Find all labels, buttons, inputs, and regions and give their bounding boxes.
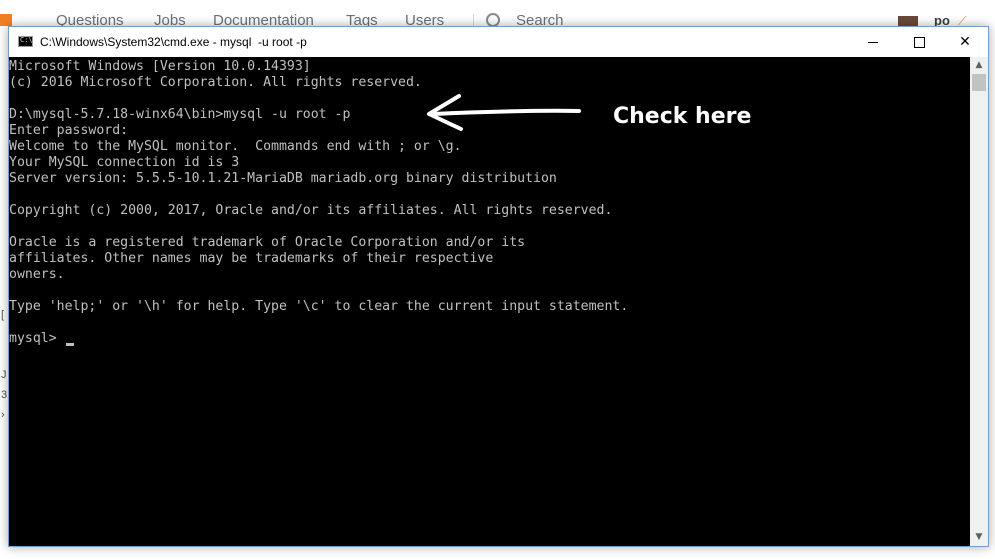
title-bar[interactable]: C:\ C:\Windows\System32\cmd.exe - mysql …: [9, 27, 988, 57]
scroll-thumb[interactable]: [972, 74, 986, 91]
nav-questions[interactable]: Questions: [56, 13, 124, 27]
close-icon: ✕: [959, 34, 971, 50]
console-line: Type 'help;' or '\h' for help. Type '\c'…: [9, 299, 629, 314]
chevron-down-icon: ▼: [975, 532, 983, 542]
background-nav: Questions Jobs Documentation Tags Users …: [0, 0, 995, 26]
search-icon[interactable]: [486, 13, 500, 26]
site-logo-icon[interactable]: [0, 14, 12, 26]
annotation-label: Check here: [613, 104, 752, 129]
window-title: C:\Windows\System32\cmd.exe - mysql -u r…: [40, 35, 307, 49]
annotation-arrow-icon: [427, 94, 581, 131]
console-line: Your MySQL connection id is 3: [9, 155, 240, 170]
cmd-icon-glyph: C:\: [20, 36, 33, 44]
nav-tags[interactable]: Tags: [346, 13, 378, 27]
nav-users[interactable]: Users: [405, 13, 444, 27]
bg-mark: [: [1, 309, 5, 321]
cmd-window[interactable]: C:\ C:\Windows\System32\cmd.exe - mysql …: [8, 26, 989, 547]
scroll-down-button[interactable]: ▼: [970, 529, 988, 546]
console-line: Welcome to the MySQL monitor. Commands e…: [9, 139, 462, 154]
achievements-icon[interactable]: ⟋: [958, 14, 966, 26]
console-line: Enter password:: [9, 123, 129, 138]
nav-divider: [473, 14, 474, 26]
console-line: (c) 2016 Microsoft Corporation. All righ…: [9, 75, 422, 90]
cmd-app-icon[interactable]: C:\: [18, 36, 33, 47]
console-line: Microsoft Windows [Version 10.0.14393]: [9, 59, 311, 74]
chevron-up-icon: ▲: [975, 60, 983, 70]
console-line: Copyright (c) 2000, 2017, Oracle and/or …: [9, 203, 613, 218]
nav-documentation[interactable]: Documentation: [213, 13, 314, 27]
maximize-button[interactable]: [896, 27, 942, 57]
minimize-button[interactable]: [850, 27, 896, 57]
scroll-up-button[interactable]: ▲: [970, 57, 988, 74]
bg-mark: 3: [1, 389, 8, 401]
vertical-scrollbar[interactable]: ▲ ▼: [970, 57, 988, 546]
search-input[interactable]: Search: [516, 13, 564, 27]
console-line: affiliates. Other names may be trademark…: [9, 251, 494, 266]
nav-jobs[interactable]: Jobs: [154, 13, 186, 27]
mysql-prompt[interactable]: mysql>: [9, 331, 65, 347]
console-output[interactable]: Microsoft Windows [Version 10.0.14393] (…: [9, 57, 970, 546]
bg-mark: ›: [1, 409, 5, 421]
close-button[interactable]: ✕: [942, 27, 988, 57]
text-cursor: [66, 343, 74, 346]
avatar[interactable]: [898, 16, 918, 26]
console-line: Server version: 5.5.5-10.1.21-MariaDB ma…: [9, 171, 557, 186]
minimize-icon: [868, 41, 878, 43]
console-line: Oracle is a registered trademark of Orac…: [9, 235, 526, 250]
console-line: owners.: [9, 267, 65, 282]
console-line: D:\mysql-5.7.18-winx64\bin>mysql -u root…: [9, 107, 351, 122]
user-name[interactable]: po: [934, 13, 950, 26]
maximize-icon: [913, 36, 925, 48]
bg-mark: J: [1, 369, 7, 381]
